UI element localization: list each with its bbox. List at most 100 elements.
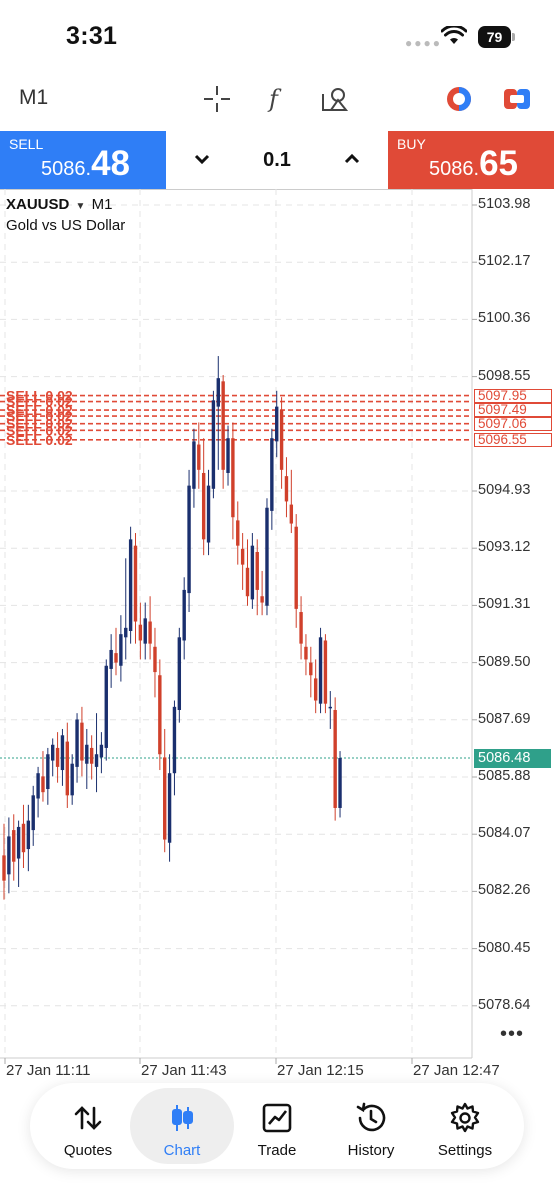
candle-body <box>313 678 318 701</box>
nav-trade-label: Trade <box>257 1142 297 1159</box>
candle-body <box>119 634 123 666</box>
buy-label: BUY <box>397 136 426 152</box>
nav-trade[interactable]: Trade <box>225 1088 329 1164</box>
nav-settings-label: Settings <box>437 1142 493 1159</box>
symbol-info[interactable]: XAUUSD ▼ M1 <box>6 196 112 213</box>
symbol-name: XAUUSD <box>6 196 70 213</box>
candle-body <box>153 646 157 673</box>
candle-body <box>65 741 70 796</box>
x-axis-label: 27 Jan 12:47 <box>413 1062 500 1079</box>
nav-history[interactable]: History <box>319 1088 423 1164</box>
candle-body <box>216 378 220 407</box>
candle-body <box>250 545 255 600</box>
y-axis-label: 5100.36 <box>478 310 531 327</box>
candle-body <box>318 637 323 704</box>
candle-body <box>275 406 279 442</box>
candle-body <box>309 662 313 676</box>
symbol-period: M1 <box>91 196 113 213</box>
candle-body <box>94 754 99 767</box>
candle-body <box>99 744 104 758</box>
candle-body <box>124 627 128 638</box>
candle-body <box>172 706 177 774</box>
candle-body <box>148 621 152 644</box>
candle-body <box>89 747 94 764</box>
sell-label: SELL <box>9 136 44 152</box>
y-axis-label: 5087.69 <box>478 710 531 727</box>
candle-body <box>206 485 211 543</box>
trade-chart-icon <box>259 1100 295 1136</box>
y-axis-label: 5102.17 <box>478 253 531 270</box>
bottom-nav: Quotes Chart Trade History Settings <box>30 1083 524 1169</box>
x-axis-label: 27 Jan 11:43 <box>141 1062 227 1079</box>
y-axis-label: 5103.98 <box>478 196 531 212</box>
candle-body <box>231 438 235 518</box>
candle-body <box>338 758 342 808</box>
candle-body <box>60 735 65 771</box>
candle-body <box>104 665 108 748</box>
candle-body <box>226 438 230 473</box>
timeframe-button[interactable]: M1 <box>19 86 48 110</box>
indicators-icon[interactable]: f <box>259 82 293 116</box>
candle-body <box>109 649 113 669</box>
sell-order-price-label: 5097.49 <box>474 403 552 418</box>
one-click-trading-icon[interactable] <box>442 82 476 116</box>
battery-level: 79 <box>478 26 511 48</box>
symbol-description: Gold vs US Dollar <box>6 217 126 234</box>
candle-body <box>46 754 50 790</box>
nav-quotes-label: Quotes <box>63 1142 113 1159</box>
sell-order-price-label: 5096.55 <box>474 433 552 447</box>
y-axis-label: 5080.45 <box>478 939 531 956</box>
candle-body <box>26 820 31 850</box>
candlestick-icon <box>164 1100 200 1136</box>
candle-body <box>304 646 308 660</box>
svg-text:f: f <box>267 85 282 113</box>
candle-body <box>265 507 269 606</box>
wifi-icon <box>440 24 468 51</box>
candle-body <box>328 706 332 709</box>
chart-canvas[interactable]: SELL 0.02SELL 0.02SELL 0.02SELL 0.02SELL… <box>0 189 554 1085</box>
nav-settings[interactable]: Settings <box>413 1088 517 1164</box>
candle-body <box>192 441 196 489</box>
nav-chart[interactable]: Chart <box>130 1088 234 1164</box>
lot-increase-button[interactable] <box>340 147 364 171</box>
y-axis-label: 5082.26 <box>478 882 531 899</box>
status-bar: 3:31 ●●●● 79 <box>0 0 554 70</box>
status-time: 3:31 <box>66 22 118 50</box>
history-icon <box>353 1100 389 1136</box>
candle-body <box>51 744 55 761</box>
candle-body <box>323 640 328 704</box>
x-axis-label: 27 Jan 12:15 <box>277 1062 364 1079</box>
candle-body <box>75 719 79 767</box>
candle-body <box>85 744 89 764</box>
nav-chart-label: Chart <box>163 1142 201 1159</box>
candle-body <box>221 381 225 470</box>
candle-body <box>133 545 138 622</box>
candle-body <box>187 485 191 594</box>
candle-body <box>31 795 35 831</box>
candle-body <box>70 763 74 796</box>
nav-quotes[interactable]: Quotes <box>36 1088 140 1164</box>
candle-body <box>211 400 216 489</box>
candle-body <box>284 476 289 502</box>
quotes-icon <box>70 1100 106 1136</box>
price-chart[interactable]: SELL 0.02 SELL 0.02 SELL 0.02 SELL 0.02 SELL… <box>0 189 554 1085</box>
signal-icon: ●●●● <box>405 36 442 50</box>
candle-body <box>80 722 84 761</box>
objects-icon[interactable] <box>318 82 352 116</box>
y-axis-label: 5078.64 <box>478 996 531 1013</box>
sell-button[interactable]: SELL 5086.48 <box>0 131 166 189</box>
candle-body <box>21 823 26 853</box>
y-axis-label: 5094.93 <box>478 482 531 498</box>
trade-panel-icon[interactable] <box>500 82 534 116</box>
y-axis-label: 5089.50 <box>478 653 531 670</box>
sell-price: 5086.48 <box>41 144 130 183</box>
dropdown-triangle-icon: ▼ <box>75 201 86 212</box>
candle-body <box>2 855 6 881</box>
buy-button[interactable]: BUY 5086.65 <box>388 131 554 189</box>
more-icon[interactable]: ••• <box>500 1023 524 1046</box>
y-axis-label: 5085.88 <box>478 768 531 784</box>
crosshair-icon[interactable] <box>200 82 234 116</box>
candle-body <box>197 444 201 470</box>
candle-body <box>12 830 16 862</box>
candle-body <box>7 836 11 875</box>
